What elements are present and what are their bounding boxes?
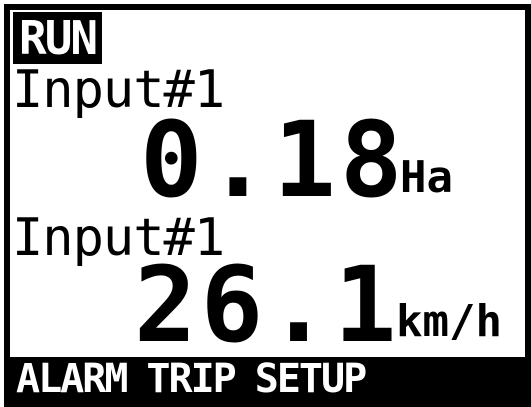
trip-softkey[interactable]: TRIP [140, 357, 240, 401]
alarm-softkey[interactable]: ALARM [10, 357, 132, 401]
setup-softkey[interactable]: SETUP [249, 357, 371, 401]
reading-value-top: 0.18 [140, 99, 407, 221]
reading-value-bottom: 26.1 [134, 244, 401, 366]
softkey-bar: ALARM TRIP SETUP [10, 357, 525, 401]
lcd-screen: RUN Input#1 0.18 Ha Input#1 26.1 km/h AL… [4, 4, 531, 407]
mode-indicator: RUN [13, 12, 103, 64]
reading-unit-top: Ha [400, 152, 453, 203]
reading-unit-bottom: km/h [396, 296, 502, 347]
